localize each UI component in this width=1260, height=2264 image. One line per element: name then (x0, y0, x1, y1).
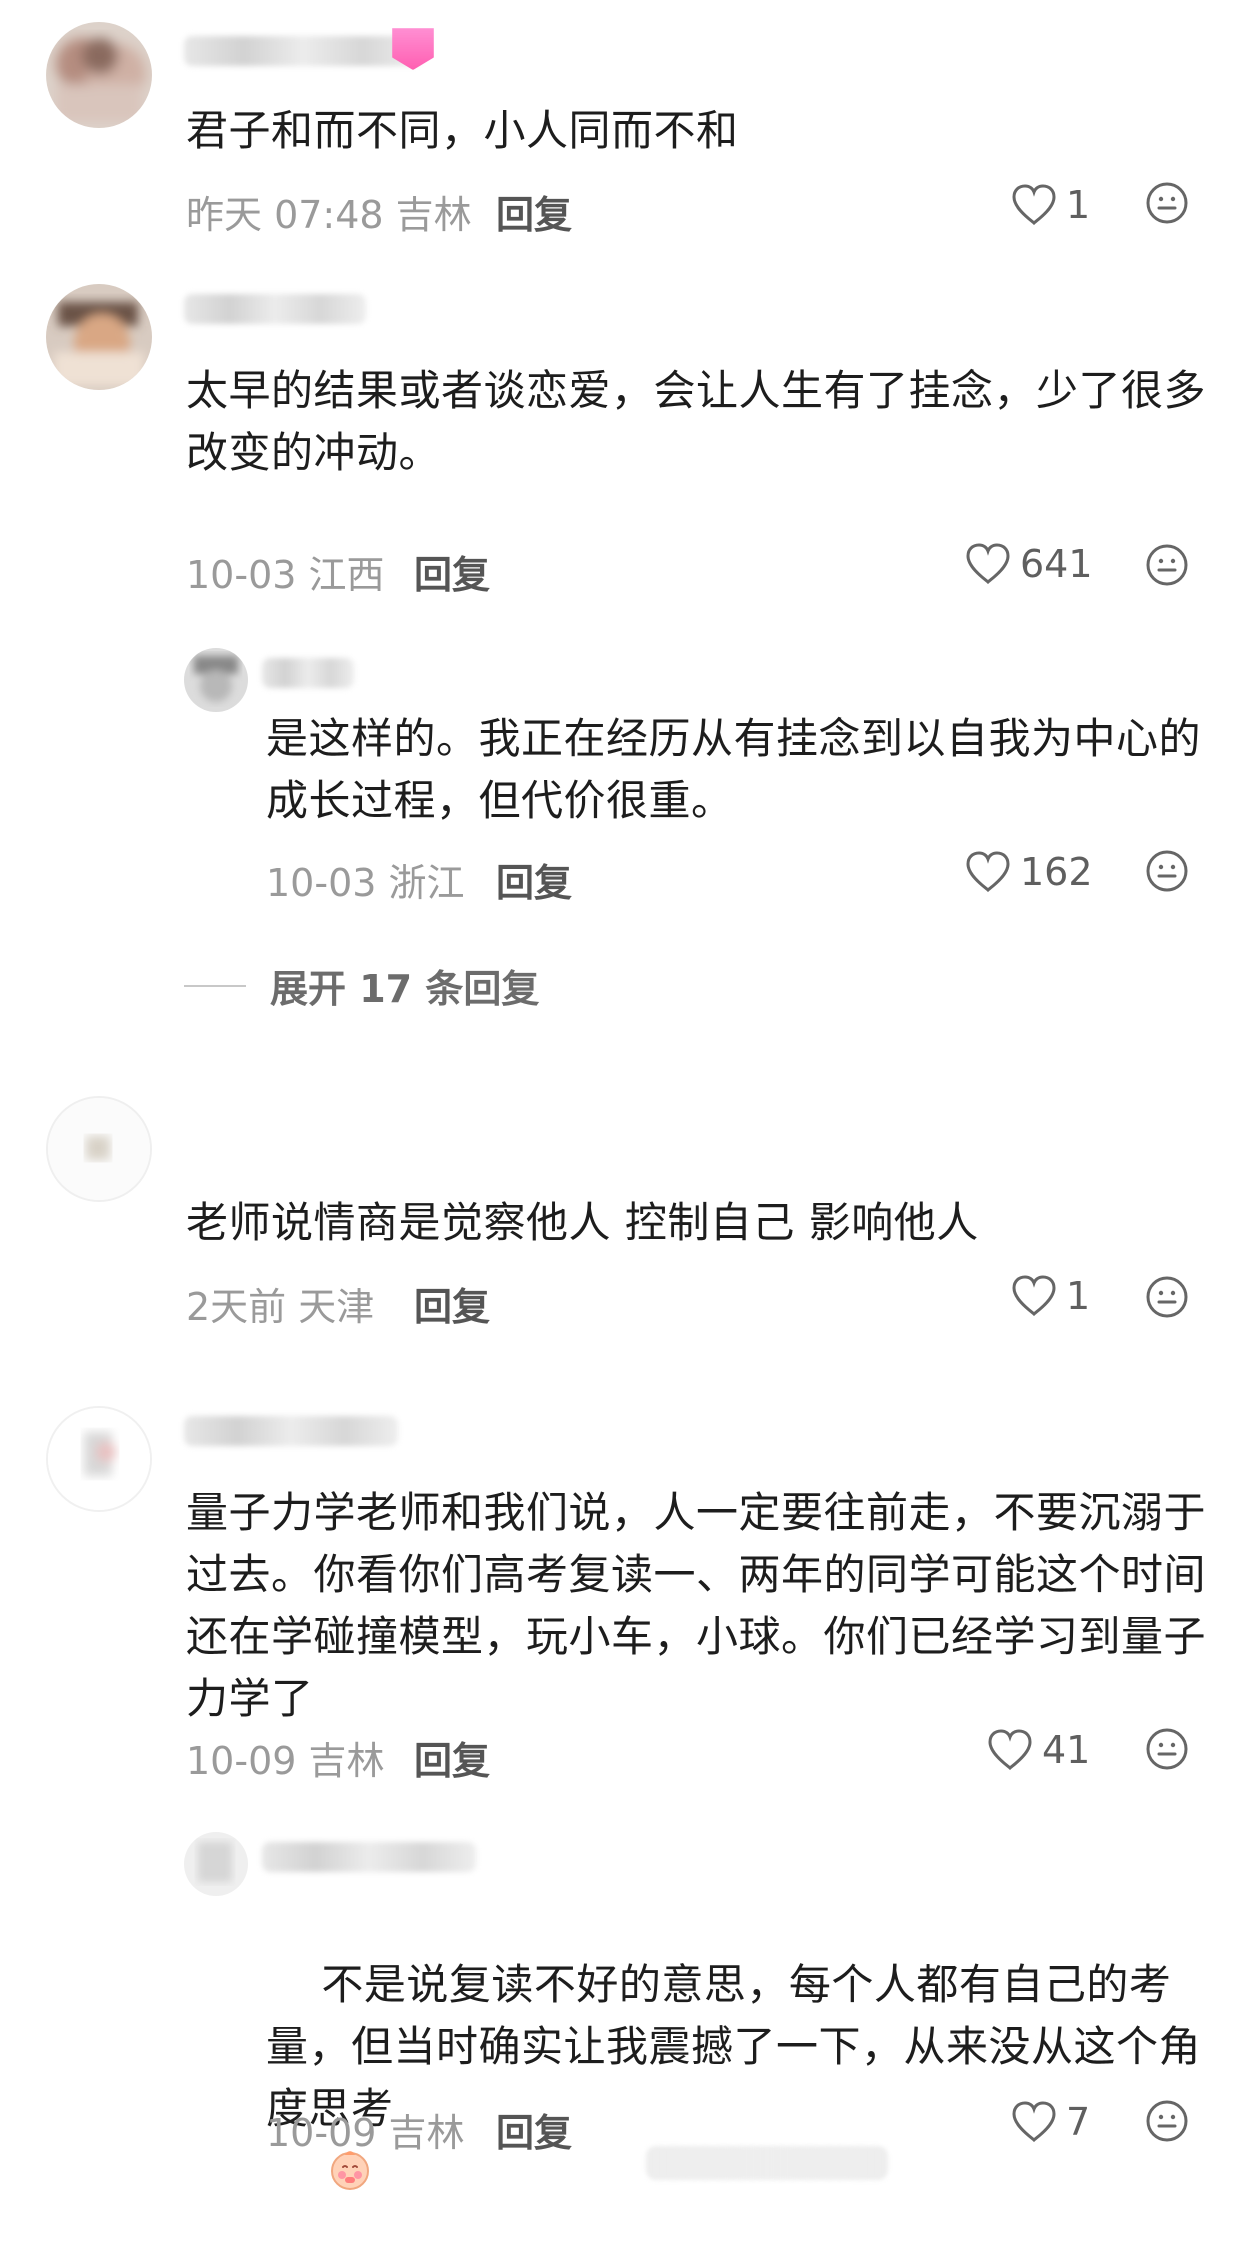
heart-icon (988, 1729, 1032, 1771)
reply-button[interactable]: 回复 (496, 2102, 572, 2157)
reply-username[interactable] (262, 658, 354, 688)
comment-meta: 2天前 天津 (186, 1285, 375, 1329)
like-button[interactable]: 41 (986, 1720, 1090, 1780)
avatar-image (184, 648, 248, 712)
avatar[interactable] (46, 1096, 152, 1202)
heart-icon (1012, 184, 1056, 226)
avatar-image (46, 284, 152, 390)
like-count: 7 (1066, 2100, 1091, 2144)
avatar-image (48, 1408, 150, 1510)
like-button[interactable]: 641 (964, 534, 1093, 594)
reply-button[interactable]: 回复 (414, 544, 490, 599)
smile-face-icon (1146, 850, 1188, 892)
expand-label: 展开 17 条回复 (270, 967, 540, 1011)
avatar-image (46, 22, 152, 128)
like-button[interactable]: 7 (1010, 2092, 1090, 2152)
like-button[interactable]: 1 (1010, 1266, 1090, 1326)
comment-item: 君子和而不同，小人同而不和 昨天 07:48 吉林 回复 1 (0, 0, 1260, 250)
reaction-button[interactable] (1144, 1726, 1190, 1772)
expand-divider (184, 984, 246, 987)
smile-face-icon (1146, 182, 1188, 224)
avatar[interactable] (46, 284, 152, 390)
reply-meta: 10-09 吉林 (266, 2111, 465, 2155)
reply-button[interactable]: 回复 (414, 1730, 490, 1785)
smile-face-icon (1146, 544, 1188, 586)
avatar-image (184, 1832, 248, 1896)
like-button[interactable]: 1 (1010, 175, 1090, 235)
avatar[interactable] (46, 22, 152, 128)
reply-username[interactable] (262, 1842, 476, 1872)
reaction-button[interactable] (1144, 180, 1190, 226)
reply-avatar[interactable] (184, 648, 248, 712)
avatar[interactable] (46, 1406, 152, 1512)
reaction-button[interactable] (1144, 848, 1190, 894)
like-count: 162 (1020, 850, 1093, 894)
comment-text: 太早的结果或者谈恋爱，会让人生有了挂念，少了很多改变的冲动。 (186, 366, 1207, 477)
username[interactable] (184, 294, 366, 324)
heart-icon (1012, 1275, 1056, 1317)
comment-item: 量子力学老师和我们说，人一定要往前走，不要沉溺于过去。你看你们高考复读一、两年的… (0, 1372, 1260, 2200)
smile-face-icon (1146, 2100, 1188, 2142)
comment-meta: 昨天 07:48 吉林 (186, 193, 472, 237)
reply-text: 是这样的。我正在经历从有挂念到以自我为中心的成长过程，但代价很重。 (266, 714, 1202, 825)
reply-text: 不是说复读不好的意思，每个人都有自己的考量，但当时确实让我震撼了一下，从来没从这… (266, 1892, 1206, 2264)
reply-button[interactable]: 回复 (496, 852, 572, 907)
comment-item: 太早的结果或者谈恋爱，会让人生有了挂念，少了很多改变的冲动。 10-03 江西 … (0, 250, 1260, 1040)
heart-icon (966, 851, 1010, 893)
expand-replies[interactable]: 展开 17 条回复 (184, 958, 539, 1013)
comment-text: 君子和而不同，小人同而不和 (186, 106, 739, 155)
like-count: 41 (1042, 1728, 1091, 1772)
comment-meta: 10-09 吉林 (186, 1739, 385, 1783)
like-count: 641 (1020, 542, 1093, 586)
comment-meta: 10-03 江西 (186, 553, 385, 597)
smile-face-icon (1146, 1276, 1188, 1318)
heart-icon (966, 543, 1010, 585)
reply-button[interactable]: 回复 (496, 184, 572, 239)
like-count: 1 (1066, 1274, 1091, 1318)
reaction-button[interactable] (1144, 542, 1190, 588)
comment-text: 老师说情商是觉察他人 控制自己 影响他人 (186, 1198, 979, 1247)
reply-meta: 10-03 浙江 (266, 861, 465, 905)
reaction-button[interactable] (1144, 1274, 1190, 1320)
username[interactable] (184, 1416, 398, 1446)
avatar-image (48, 1098, 150, 1200)
username[interactable] (184, 36, 422, 66)
like-button[interactable]: 162 (964, 842, 1093, 902)
comment-item: 老师说情商是觉察他人 控制自己 影响他人 2天前 天津 回复 1 (0, 1040, 1260, 1372)
heart-icon (1012, 2101, 1056, 2143)
watermark (646, 2146, 888, 2180)
comment-text: 量子力学老师和我们说，人一定要往前走，不要沉溺于过去。你看你们高考复读一、两年的… (186, 1488, 1207, 1723)
reply-avatar[interactable] (184, 1832, 248, 1896)
reply-button[interactable]: 回复 (414, 1276, 490, 1331)
like-count: 1 (1066, 183, 1091, 227)
smile-face-icon (1146, 1728, 1188, 1770)
reaction-button[interactable] (1144, 2098, 1190, 2144)
